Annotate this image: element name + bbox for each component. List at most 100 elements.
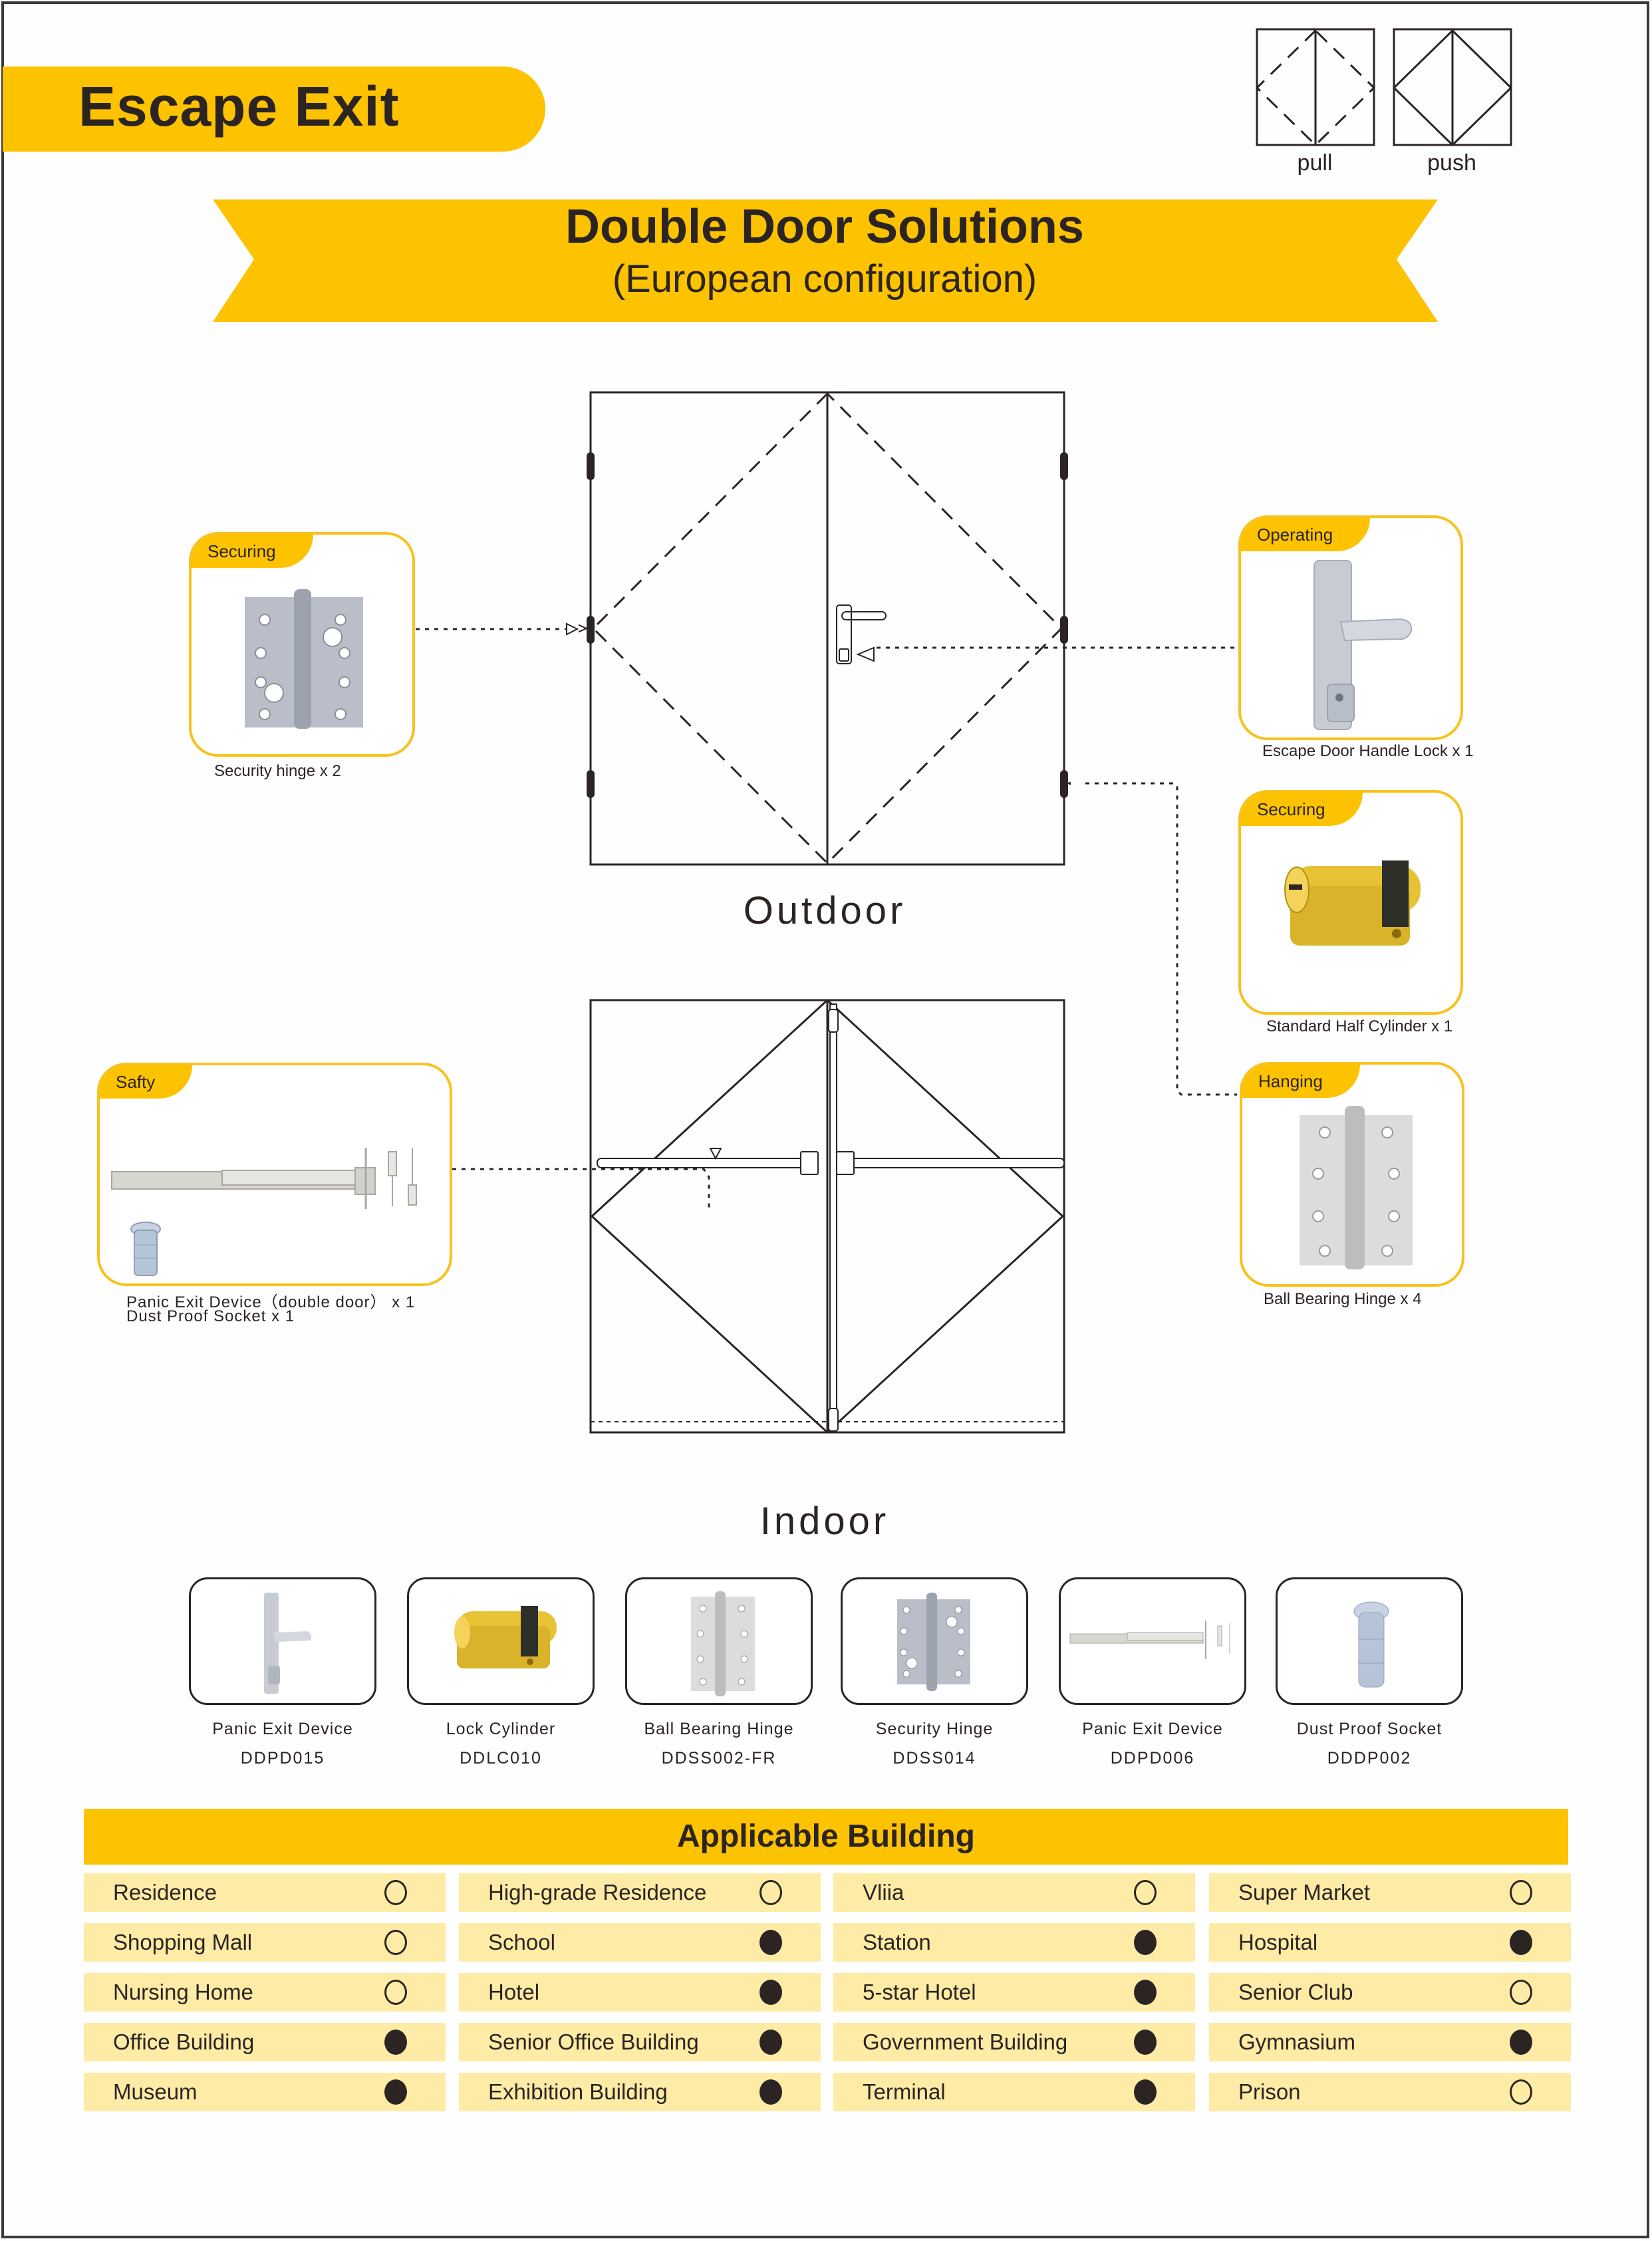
filled-circle-icon xyxy=(759,1980,782,2005)
product-card xyxy=(1059,1577,1246,1705)
building-cell: School xyxy=(459,1923,821,1962)
cylinder-icon xyxy=(1284,860,1421,946)
building-label: School xyxy=(488,1930,555,1954)
indoor-door-diagram xyxy=(589,999,1065,1434)
product-name: Lock Cylinder xyxy=(446,1720,556,1738)
filled-circle-icon xyxy=(1134,1980,1157,2005)
callout-tag: Hanging xyxy=(1242,1065,1360,1098)
product-code: DDSS014 xyxy=(893,1749,976,1768)
building-label: Senior Office Building xyxy=(488,2030,699,2054)
product-name: Panic Exit Device xyxy=(1082,1720,1223,1738)
callout-handle-lock: Operating xyxy=(1238,515,1463,740)
filled-circle-icon xyxy=(1134,2079,1157,2105)
dust-socket-icon xyxy=(130,1222,161,1276)
building-cell: Museum xyxy=(84,2073,446,2111)
building-label: Prison xyxy=(1238,2079,1301,2104)
callout-tag: Safty xyxy=(100,1065,193,1099)
building-cell: 5-star Hotel xyxy=(833,1973,1195,2012)
product-card xyxy=(625,1577,813,1705)
empty-circle-icon xyxy=(1510,1980,1532,2005)
handle-lock-icon xyxy=(1313,560,1413,730)
building-label: Nursing Home xyxy=(113,1980,253,2004)
caption-ball-hinge: Ball Bearing Hinge x 4 xyxy=(1264,1290,1422,1308)
building-cell: Station xyxy=(833,1923,1195,1962)
building-label: Hospital xyxy=(1238,1930,1318,1954)
security-hinge-icon xyxy=(245,589,363,729)
handle-lock-icon xyxy=(264,1593,312,1694)
building-label: Office Building xyxy=(113,2030,255,2054)
building-cell: Shopping Mall xyxy=(84,1923,446,1962)
filled-circle-icon xyxy=(384,2079,407,2105)
product-card xyxy=(1276,1577,1463,1705)
building-cell: Gymnasium xyxy=(1209,2023,1571,2061)
building-label: Museum xyxy=(113,2079,198,2104)
product-card xyxy=(189,1577,376,1705)
building-label: Government Building xyxy=(863,2030,1068,2054)
applicable-header: Applicable Building xyxy=(84,1809,1568,1865)
building-label: Gymnasium xyxy=(1238,2030,1356,2054)
product-name: Security Hinge xyxy=(875,1720,994,1738)
filled-circle-icon xyxy=(759,1930,782,1955)
indoor-label: Indoor xyxy=(759,1500,890,1543)
building-label: 5-star Hotel xyxy=(863,1980,976,2004)
panic-bar-icon xyxy=(1069,1621,1230,1659)
empty-circle-icon xyxy=(384,1880,407,1905)
product-code: DDDP002 xyxy=(1327,1749,1412,1768)
callout-panic-device: Safty xyxy=(97,1063,452,1286)
caption-panic-device-2: Dust Proof Socket x 1 xyxy=(126,1307,295,1325)
callout-tag: Securing xyxy=(192,535,313,568)
caption-handle-lock: Escape Door Handle Lock x 1 xyxy=(1262,742,1474,760)
building-cell: Residence xyxy=(84,1873,446,1912)
product-card xyxy=(841,1577,1028,1705)
building-cell: Exhibition Building xyxy=(459,2073,821,2111)
caption-security-hinge: Security hinge x 2 xyxy=(214,762,341,780)
applicable-title: Applicable Building xyxy=(676,1819,975,1854)
building-label: Senior Club xyxy=(1238,1980,1353,2004)
empty-circle-icon xyxy=(384,1930,407,1955)
empty-circle-icon xyxy=(1510,1880,1532,1905)
product-name: Ball Bearing Hinge xyxy=(644,1720,794,1738)
product-code: DDPD015 xyxy=(240,1749,325,1768)
product-card xyxy=(407,1577,595,1705)
product-code: DDLC010 xyxy=(460,1749,542,1768)
panic-bar-icon xyxy=(111,1148,417,1209)
filled-circle-icon xyxy=(759,2079,782,2105)
callout-half-cylinder: Securing xyxy=(1238,790,1463,1015)
building-label: Super Market xyxy=(1238,1880,1371,1905)
building-label: Residence xyxy=(113,1880,217,1905)
panic-bar-mark xyxy=(597,1003,1065,1432)
building-label: Vliia xyxy=(863,1880,904,1905)
empty-circle-icon xyxy=(759,1880,782,1905)
building-cell: Hospital xyxy=(1209,1923,1571,1962)
building-label: Terminal xyxy=(863,2079,946,2104)
product-name: Panic Exit Device xyxy=(212,1720,353,1738)
ball-hinge-icon xyxy=(691,1591,755,1696)
building-label: Shopping Mall xyxy=(113,1930,253,1954)
filled-circle-icon xyxy=(759,2030,782,2055)
building-cell: Senior Club xyxy=(1209,1973,1571,2012)
product-code: DDPD006 xyxy=(1110,1749,1195,1768)
building-cell: Prison xyxy=(1209,2073,1571,2111)
empty-circle-icon xyxy=(1134,1880,1157,1905)
filled-circle-icon xyxy=(1134,1930,1157,1955)
building-cell: Terminal xyxy=(833,2073,1195,2111)
building-cell: Super Market xyxy=(1209,1873,1571,1912)
dust-socket-icon xyxy=(1353,1601,1389,1688)
callout-security-hinge: Securing xyxy=(189,532,415,757)
building-label: High-grade Residence xyxy=(488,1880,707,1905)
building-label: Exhibition Building xyxy=(488,2079,668,2104)
building-cell: Vliia xyxy=(833,1873,1195,1912)
building-cell: Hotel xyxy=(459,1973,821,2012)
empty-circle-icon xyxy=(384,1980,407,2005)
building-label: Station xyxy=(863,1930,931,1954)
caption-half-cylinder: Standard Half Cylinder x 1 xyxy=(1266,1017,1453,1035)
callout-ball-hinge: Hanging xyxy=(1240,1062,1464,1287)
product-name: Dust Proof Socket xyxy=(1296,1720,1443,1738)
filled-circle-icon xyxy=(1510,1930,1532,1955)
ball-hinge-icon xyxy=(1300,1106,1413,1269)
security-hinge-icon xyxy=(897,1593,970,1691)
building-cell: High-grade Residence xyxy=(459,1873,821,1912)
building-label: Hotel xyxy=(488,1980,540,2004)
building-cell: Senior Office Building xyxy=(459,2023,821,2061)
filled-circle-icon xyxy=(1510,2030,1532,2055)
